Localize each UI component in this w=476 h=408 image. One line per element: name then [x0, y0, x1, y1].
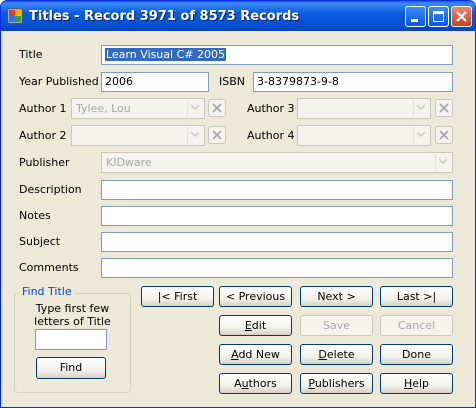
delete-accelerator: D — [318, 348, 327, 361]
author2-label: Author 2 — [19, 129, 67, 142]
help-label-b: elp — [412, 377, 430, 390]
first-record-button[interactable]: |< First — [141, 286, 214, 307]
help-accelerator: H — [403, 377, 413, 390]
author4-label: Author 4 — [247, 129, 295, 142]
find-instructions-line2: letters of Title — [34, 315, 111, 328]
year-published-field[interactable]: 2006 — [101, 72, 209, 92]
author1-value: Tylee, Lou — [76, 102, 131, 115]
description-field[interactable] — [101, 180, 453, 200]
publishers-label-b: ublishers — [314, 377, 365, 390]
title-field[interactable]: Learn Visual C# 2005 — [101, 45, 453, 65]
clear-author4-button[interactable] — [435, 126, 453, 144]
app-icon — [7, 8, 23, 24]
notes-label: Notes — [19, 209, 51, 222]
find-title-input[interactable] — [35, 329, 107, 350]
clear-author3-button[interactable] — [435, 99, 453, 117]
subject-field[interactable] — [101, 232, 453, 252]
isbn-label: ISBN — [219, 75, 246, 88]
title-value: Learn Visual C# 2005 — [105, 48, 226, 61]
clear-author2-button[interactable] — [208, 126, 226, 144]
description-label: Description — [19, 183, 82, 196]
help-button[interactable]: Help — [380, 373, 453, 394]
clear-author1-button[interactable] — [208, 99, 226, 117]
previous-record-button[interactable]: < Previous — [219, 286, 292, 307]
find-instructions-line1: Type first few — [35, 302, 110, 315]
authors-label-a: A — [234, 377, 242, 390]
form-body: Title Learn Visual C# 2005 Year Publishe… — [5, 31, 471, 403]
close-button[interactable] — [451, 6, 472, 27]
next-record-button[interactable]: Next > — [300, 286, 373, 307]
author1-combo[interactable]: Tylee, Lou — [71, 98, 205, 119]
find-title-group-label: Find Title — [20, 285, 74, 298]
titles-window: Titles - Record 3971 of 8573 Records Tit… — [0, 0, 476, 408]
maximize-button[interactable] — [428, 6, 449, 27]
minimize-button[interactable] — [405, 6, 426, 27]
chevron-down-icon — [413, 100, 429, 117]
comments-field[interactable] — [101, 258, 453, 278]
title-label: Title — [19, 48, 43, 61]
add-new-button[interactable]: Add New — [219, 344, 292, 365]
author1-label: Author 1 — [19, 102, 67, 115]
window-title: Titles - Record 3971 of 8573 Records — [29, 9, 300, 24]
delete-label-b: elete — [326, 348, 355, 361]
isbn-field[interactable]: 3-8379873-9-8 — [253, 72, 453, 92]
cancel-button[interactable]: Cancel — [380, 315, 453, 336]
edit-button-label-b: dit — [251, 319, 267, 332]
edit-button-accelerator: E — [244, 319, 252, 332]
chevron-down-icon — [187, 127, 203, 144]
title-bar[interactable]: Titles - Record 3971 of 8573 Records — [1, 1, 475, 31]
chevron-down-icon — [187, 100, 203, 117]
comments-label: Comments — [19, 261, 79, 274]
find-button[interactable]: Find — [36, 357, 106, 379]
publisher-value: KIDware — [106, 156, 152, 169]
save-button[interactable]: Save — [300, 315, 373, 336]
notes-field[interactable] — [101, 206, 453, 226]
delete-button[interactable]: Delete — [300, 344, 373, 365]
author2-combo[interactable] — [71, 125, 205, 146]
subject-label: Subject — [19, 235, 61, 248]
publisher-label: Publisher — [19, 156, 70, 169]
author4-combo[interactable] — [297, 125, 431, 146]
edit-button[interactable]: Edit — [219, 315, 292, 336]
year-published-label: Year Published — [19, 75, 99, 88]
last-record-button[interactable]: Last >| — [380, 286, 453, 307]
done-button[interactable]: Done — [380, 344, 453, 365]
authors-label-b: thors — [248, 377, 277, 390]
chevron-down-icon — [435, 154, 451, 171]
chevron-down-icon — [413, 127, 429, 144]
publisher-combo[interactable]: KIDware — [101, 152, 453, 173]
author3-label: Author 3 — [247, 102, 295, 115]
authors-accelerator: u — [241, 377, 249, 390]
add-new-label-b: dd New — [238, 348, 280, 361]
publishers-button[interactable]: Publishers — [300, 373, 373, 394]
author3-combo[interactable] — [297, 98, 431, 119]
authors-button[interactable]: Authors — [219, 373, 292, 394]
